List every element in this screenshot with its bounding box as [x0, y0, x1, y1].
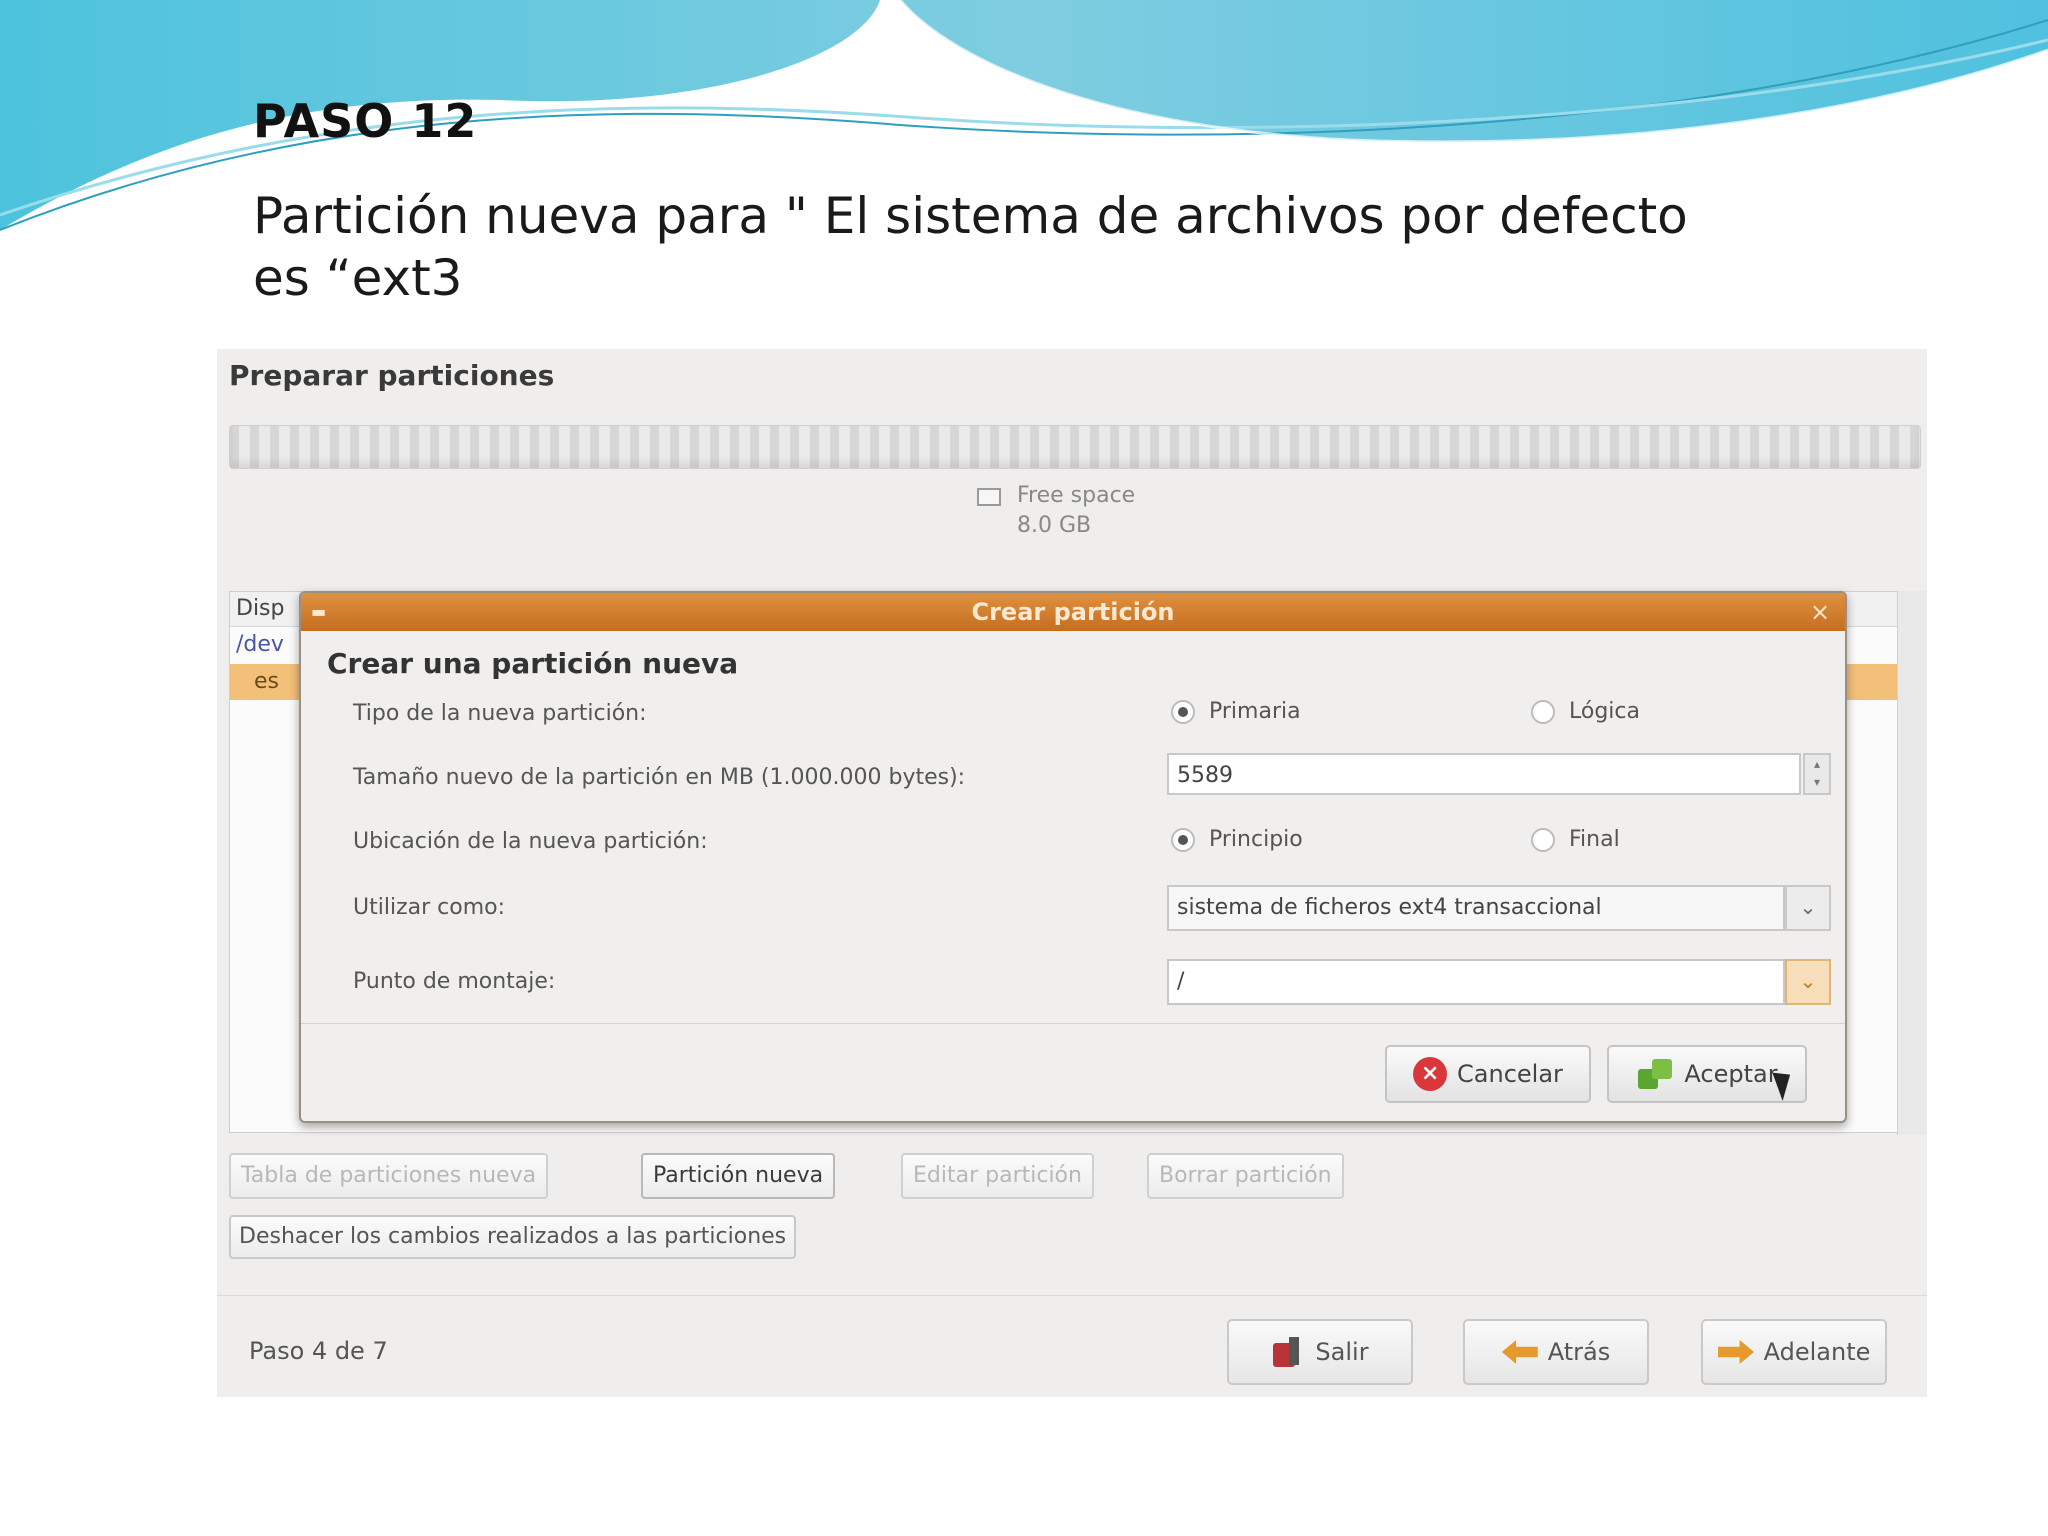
type-label: Tipo de la nueva partición: [353, 701, 647, 726]
slide-title: PASO 12 [253, 94, 478, 148]
close-icon[interactable]: × [1807, 599, 1833, 625]
edit-partition-button[interactable]: Editar partición [901, 1153, 1094, 1199]
step-indicator: Paso 4 de 7 [249, 1337, 388, 1365]
dialog-heading: Crear una partición nueva [327, 647, 739, 680]
dialog-title: Crear partición [971, 598, 1175, 626]
table-scrollbar[interactable] [1897, 591, 1927, 1135]
forward-button[interactable]: Adelante [1701, 1319, 1887, 1385]
radio-selected-icon [1171, 699, 1195, 724]
use-as-select[interactable]: sistema de ficheros ext4 transaccional [1167, 885, 1785, 931]
table-row[interactable]: /dev [236, 632, 284, 657]
new-partition-table-button[interactable]: Tabla de particiones nueva [229, 1153, 549, 1199]
disk-usage-bar [229, 425, 1921, 469]
chevron-down-icon[interactable]: ⌄ [1785, 959, 1831, 1005]
radio-label: Lógica [1569, 699, 1640, 724]
forward-label: Adelante [1763, 1338, 1871, 1366]
ok-icon [1636, 1059, 1674, 1089]
radio-final[interactable]: Final [1531, 827, 1620, 852]
slide-body-text: Partición nueva para " El sistema de arc… [253, 187, 1688, 307]
create-partition-dialog: ▬ Crear partición × Crear una partición … [299, 591, 1847, 1123]
cancel-icon: × [1413, 1057, 1448, 1091]
page-title: Preparar particiones [229, 359, 555, 392]
chevron-down-icon[interactable]: ⌄ [1785, 885, 1831, 931]
cancel-button[interactable]: × Cancelar [1385, 1045, 1591, 1103]
size-label: Tamaño nuevo de la partición en MB (1.00… [353, 765, 966, 790]
back-label: Atrás [1547, 1338, 1611, 1366]
size-stepper[interactable]: ▴ ▾ [1803, 753, 1831, 795]
quit-button[interactable]: Salir [1227, 1319, 1413, 1385]
radio-label: Final [1569, 827, 1620, 852]
radio-logica[interactable]: Lógica [1531, 699, 1640, 724]
radio-primaria[interactable]: Primaria [1171, 699, 1301, 724]
dialog-titlebar[interactable]: ▬ Crear partición × [301, 593, 1845, 631]
back-button[interactable]: Atrás [1463, 1319, 1649, 1385]
use-as-label: Utilizar como: [353, 895, 505, 920]
legend-label: Free space [1017, 483, 1136, 508]
radio-unselected-icon [1531, 827, 1555, 852]
location-label: Ubicación de la nueva partición: [353, 829, 708, 854]
new-partition-button[interactable]: Partición nueva [641, 1153, 836, 1199]
delete-partition-button[interactable]: Borrar partición [1147, 1153, 1344, 1199]
back-arrow-icon [1501, 1340, 1538, 1364]
radio-selected-icon [1171, 827, 1195, 852]
legend-size: 8.0 GB [1017, 513, 1092, 538]
radio-principio[interactable]: Principio [1171, 827, 1303, 852]
cancel-label: Cancelar [1457, 1060, 1563, 1088]
ok-label: Aceptar [1684, 1060, 1778, 1088]
size-input[interactable]: 5589 [1167, 753, 1801, 795]
undo-changes-button[interactable]: Deshacer los cambios realizados a las pa… [229, 1215, 797, 1259]
quit-icon [1271, 1335, 1305, 1369]
radio-unselected-icon [1531, 699, 1555, 724]
radio-label: Primaria [1209, 699, 1301, 724]
installer-screenshot: Preparar particiones Free space 8.0 GB D… [217, 349, 1927, 1397]
mount-point-combo[interactable]: / [1167, 959, 1785, 1005]
radio-label: Principio [1209, 827, 1303, 852]
divider [217, 1295, 1927, 1296]
legend-swatch [977, 488, 1001, 506]
mount-label: Punto de montaje: [353, 969, 556, 994]
quit-label: Salir [1315, 1338, 1369, 1366]
divider [301, 1023, 1845, 1024]
forward-arrow-icon [1718, 1340, 1754, 1364]
